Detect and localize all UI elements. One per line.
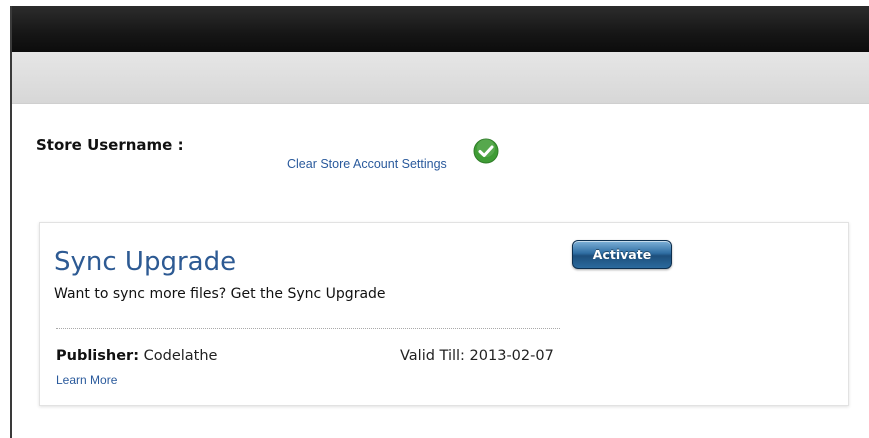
divider (56, 328, 560, 329)
learn-more-link[interactable]: Learn More (56, 373, 117, 387)
valid-till-value: 2013-02-07 (469, 348, 554, 364)
card-description: Want to sync more files? Get the Sync Up… (54, 286, 386, 302)
check-circle-icon (473, 138, 499, 164)
subheader-bar (12, 52, 869, 104)
publisher-value: Codelathe (143, 348, 218, 364)
valid-till-row: Valid Till: 2013-02-07 (400, 348, 554, 364)
card-title: Sync Upgrade (54, 247, 237, 277)
valid-till-label: Valid Till: (400, 348, 465, 364)
store-username-label: Store Username : (36, 136, 184, 154)
activate-button[interactable]: Activate (572, 240, 672, 269)
publisher-label: Publisher: (56, 348, 140, 364)
header-bar (10, 6, 869, 52)
publisher-row: Publisher: Codelathe (56, 348, 217, 364)
clear-store-account-link[interactable]: Clear Store Account Settings (287, 157, 447, 171)
app-card: Sync Upgrade Want to sync more files? Ge… (39, 222, 849, 406)
left-border (10, 6, 12, 438)
app-frame: Store Username : Clear Store Account Set… (0, 0, 869, 438)
